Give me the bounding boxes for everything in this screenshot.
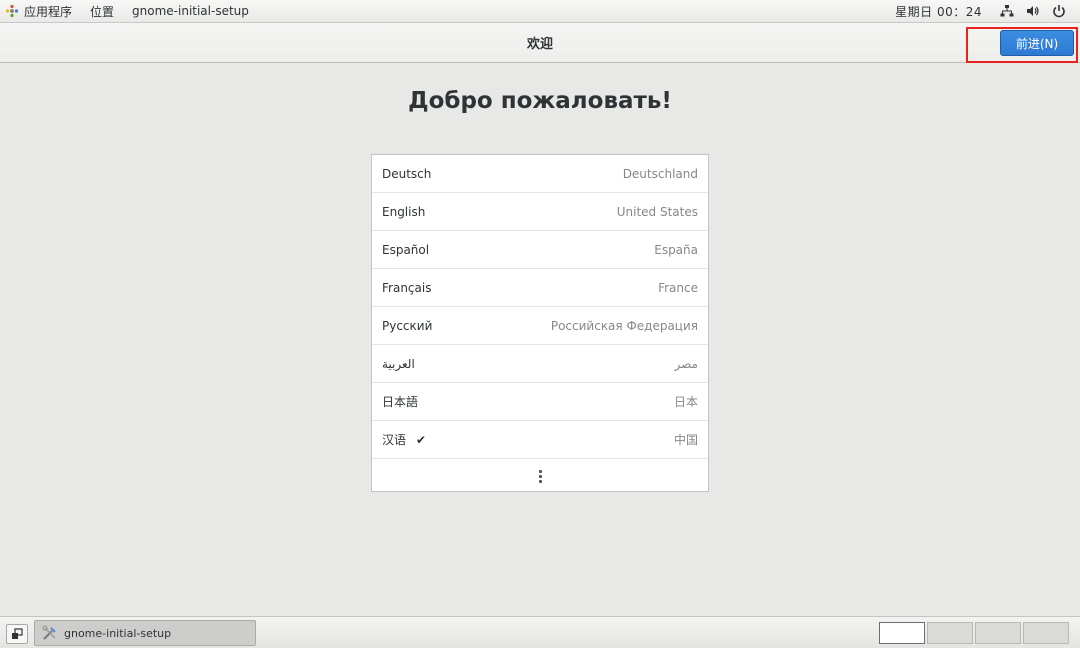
language-name: العربية (382, 356, 415, 371)
places-menu[interactable]: 位置 (81, 0, 123, 22)
top-panel-right: 星期日 00：24 (889, 0, 1080, 22)
language-name: Deutsch (382, 166, 432, 181)
language-region: 中国 (673, 433, 698, 447)
language-name: 汉语 (382, 433, 407, 447)
volume-icon[interactable] (1025, 3, 1041, 19)
network-icon[interactable] (999, 3, 1015, 19)
language-list: Deutsch Deutschland English United State… (371, 154, 709, 492)
welcome-title: Добро пожаловать! (408, 88, 672, 114)
workspace-switcher (879, 622, 1069, 644)
language-region: United States (616, 204, 698, 219)
header-title: 欢迎 (526, 37, 553, 52)
language-name: Español (382, 242, 430, 257)
workspace-1[interactable] (879, 622, 925, 644)
taskbar-window-label: gnome-initial-setup (64, 626, 172, 640)
language-row-espanol[interactable]: Español España (372, 231, 708, 269)
language-name: Français (382, 280, 432, 295)
language-row-arabic[interactable]: العربية مصر (372, 345, 708, 383)
workspace-4[interactable] (1023, 622, 1069, 644)
more-languages-button[interactable] (372, 459, 708, 493)
language-row-chinese[interactable]: 汉语 ✔ 中国 (372, 421, 708, 459)
clock[interactable]: 星期日 00：24 (889, 3, 994, 20)
language-row-japanese[interactable]: 日本語 日本 (372, 383, 708, 421)
power-icon[interactable] (1051, 3, 1067, 19)
places-label: 位置 (90, 4, 115, 19)
applications-menu[interactable]: 应用程序 (0, 0, 81, 22)
language-region: Deutschland (622, 166, 698, 181)
language-row-russian[interactable]: Русский Российская Федерация (372, 307, 708, 345)
language-name: English (382, 204, 426, 219)
top-panel: 应用程序 位置 gnome-initial-setup 星期日 00：24 (0, 0, 1080, 23)
language-region: 日本 (673, 395, 698, 409)
header-bar: 欢迎 前进(N) (0, 23, 1080, 63)
language-region: مصر (674, 356, 698, 371)
language-row-english[interactable]: English United States (372, 193, 708, 231)
applications-label: 应用程序 (24, 4, 73, 19)
applications-icon (5, 4, 19, 18)
view-more-icon (538, 469, 542, 483)
setup-tools-icon (41, 624, 59, 642)
language-row-francais[interactable]: Français France (372, 269, 708, 307)
bottom-panel: gnome-initial-setup (0, 616, 1080, 648)
top-panel-left: 应用程序 位置 gnome-initial-setup (0, 0, 258, 22)
language-region: Российская Федерация (550, 318, 698, 333)
language-region: España (654, 242, 698, 257)
taskbar-window-button[interactable]: gnome-initial-setup (34, 620, 256, 646)
workspace-2[interactable] (927, 622, 973, 644)
language-row-deutsch[interactable]: Deutsch Deutschland (372, 155, 708, 193)
show-desktop-icon (12, 628, 23, 639)
window-menu[interactable]: gnome-initial-setup (123, 0, 258, 22)
show-desktop-button[interactable] (6, 624, 28, 644)
language-region: France (658, 280, 698, 295)
next-button[interactable]: 前进(N) (1000, 30, 1074, 56)
workspace-3[interactable] (975, 622, 1021, 644)
window-label: gnome-initial-setup (132, 4, 249, 18)
language-name: 日本語 (382, 395, 419, 409)
selected-check-icon: ✔ (416, 432, 427, 447)
language-name: Русский (382, 318, 433, 333)
